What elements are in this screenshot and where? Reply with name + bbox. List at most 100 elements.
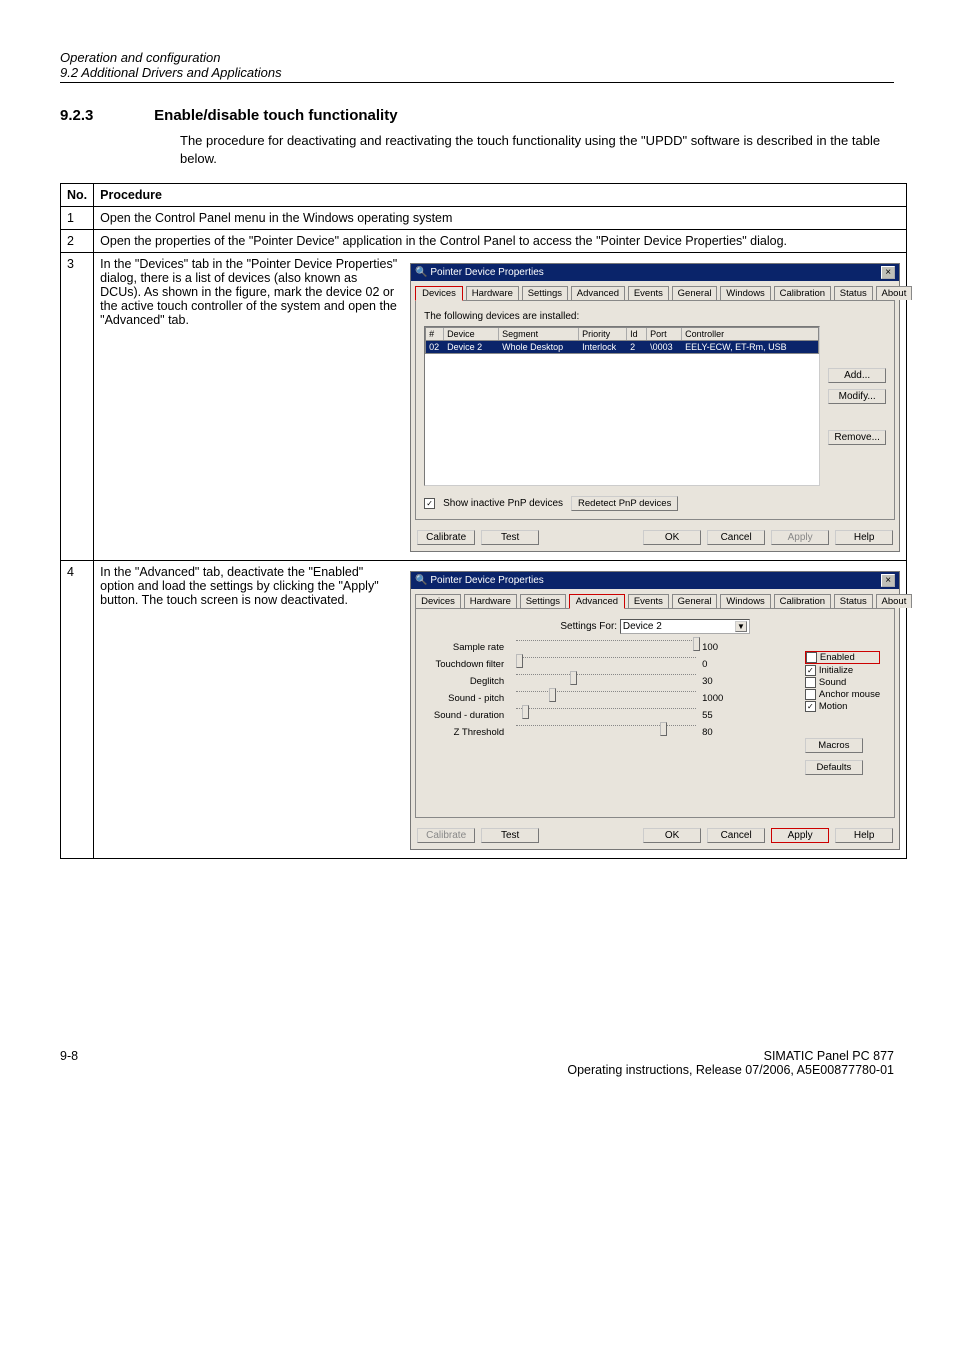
touchdown-slider[interactable]	[516, 657, 696, 671]
col-priority: Priority	[579, 328, 627, 340]
remove-button[interactable]: Remove...	[828, 430, 886, 445]
row-desc: In the "Advanced" tab, deactivate the "E…	[100, 565, 400, 854]
add-button[interactable]: Add...	[828, 368, 886, 383]
footer-release: Operating instructions, Release 07/2006,…	[567, 1063, 894, 1077]
dialog-titlebar: 🔍 Pointer Device Properties ×	[411, 264, 899, 281]
close-icon[interactable]: ×	[881, 574, 895, 587]
doc-title: Operation and configuration	[60, 50, 894, 65]
tab-body: The following devices are installed: # D…	[415, 300, 895, 520]
ok-button[interactable]: OK	[643, 828, 701, 843]
z-threshold-slider[interactable]	[516, 725, 696, 739]
enabled-checkbox[interactable]	[806, 652, 817, 663]
slider-value: 100	[702, 642, 732, 653]
section-title: Enable/disable touch functionality	[154, 107, 397, 124]
options-group: Enabled ✓Initialize Sound Anchor mouse ✓…	[805, 651, 880, 775]
anchor-checkbox[interactable]	[805, 689, 816, 700]
col-controller: Controller	[682, 328, 818, 340]
help-button[interactable]: Help	[835, 828, 893, 843]
tab-advanced[interactable]: Advanced	[571, 286, 625, 300]
tab-hardware[interactable]: Hardware	[464, 594, 517, 608]
tab-status[interactable]: Status	[834, 286, 873, 300]
calibrate-button[interactable]: Calibrate	[417, 828, 475, 843]
pointer-device-dialog-advanced: 🔍 Pointer Device Properties × Devices Ha…	[410, 571, 900, 850]
sound-duration-slider[interactable]	[516, 708, 696, 722]
tab-events[interactable]: Events	[628, 594, 669, 608]
modify-button[interactable]: Modify...	[828, 389, 886, 404]
intro-text: The procedure for deactivating and react…	[180, 132, 894, 167]
tab-row: Devices Hardware Settings Advanced Event…	[411, 589, 899, 608]
tab-calibration[interactable]: Calibration	[774, 594, 831, 608]
tab-status[interactable]: Status	[834, 594, 873, 608]
slider-label: Deglitch	[432, 676, 510, 687]
initialize-label: Initialize	[819, 665, 853, 676]
tab-events[interactable]: Events	[628, 286, 669, 300]
defaults-button[interactable]: Defaults	[805, 760, 863, 775]
section-line: 9.2 Additional Drivers and Applications	[60, 65, 894, 80]
slider-value: 30	[702, 676, 732, 687]
tab-devices[interactable]: Devices	[415, 594, 461, 608]
tab-general[interactable]: General	[672, 594, 718, 608]
slider-value: 1000	[702, 693, 732, 704]
deglitch-slider[interactable]	[516, 674, 696, 688]
col-device: Device	[444, 328, 499, 340]
installed-label: The following devices are installed:	[424, 311, 886, 322]
help-button[interactable]: Help	[835, 530, 893, 545]
settings-for-combo[interactable]: Device 2	[620, 619, 750, 634]
slider-label: Sound - duration	[432, 710, 510, 721]
tab-about[interactable]: About	[876, 286, 913, 300]
table-row: 3 In the "Devices" tab in the "Pointer D…	[61, 253, 907, 561]
slider-label: Z Threshold	[432, 727, 510, 738]
tab-settings[interactable]: Settings	[522, 286, 568, 300]
footer-product: SIMATIC Panel PC 877	[567, 1049, 894, 1063]
apply-button[interactable]: Apply	[771, 828, 829, 843]
page-header: Operation and configuration 9.2 Addition…	[60, 50, 894, 83]
cell: Whole Desktop	[499, 341, 579, 353]
cancel-button[interactable]: Cancel	[707, 828, 765, 843]
sound-pitch-slider[interactable]	[516, 691, 696, 705]
tab-hardware[interactable]: Hardware	[466, 286, 519, 300]
row-desc: In the "Devices" tab in the "Pointer Dev…	[100, 257, 400, 556]
procedure-table: No. Procedure 1 Open the Control Panel m…	[60, 183, 907, 859]
col-segment: Segment	[499, 328, 579, 340]
sample-rate-slider[interactable]	[516, 640, 696, 654]
close-icon[interactable]: ×	[881, 266, 895, 279]
search-icon: 🔍	[415, 267, 430, 278]
ok-button[interactable]: OK	[643, 530, 701, 545]
page-number: 9-8	[60, 1049, 78, 1077]
redetect-button[interactable]: Redetect PnP devices	[571, 496, 678, 511]
tab-windows[interactable]: Windows	[720, 286, 771, 300]
th-no: No.	[61, 184, 94, 207]
col-num: #	[426, 328, 444, 340]
slider-label: Sample rate	[432, 642, 510, 653]
enabled-label: Enabled	[820, 652, 855, 663]
sound-checkbox[interactable]	[805, 677, 816, 688]
tab-advanced[interactable]: Advanced	[569, 594, 625, 609]
tab-windows[interactable]: Windows	[720, 594, 771, 608]
macros-button[interactable]: Macros	[805, 738, 863, 753]
slider-label: Sound - pitch	[432, 693, 510, 704]
slider-value: 0	[702, 659, 732, 670]
tab-calibration[interactable]: Calibration	[774, 286, 831, 300]
cell: 2	[627, 341, 647, 353]
apply-button[interactable]: Apply	[771, 530, 829, 545]
device-list[interactable]: # Device Segment Priority Id Port Contro…	[424, 326, 820, 486]
show-inactive-checkbox[interactable]: ✓	[424, 498, 435, 509]
motion-checkbox[interactable]: ✓	[805, 701, 816, 712]
calibrate-button[interactable]: Calibrate	[417, 530, 475, 545]
slider-label: Touchdown filter	[432, 659, 510, 670]
test-button[interactable]: Test	[481, 828, 539, 843]
initialize-checkbox[interactable]: ✓	[805, 665, 816, 676]
section-number: 9.2.3	[60, 107, 150, 124]
tab-devices[interactable]: Devices	[415, 286, 463, 301]
section-heading: 9.2.3 Enable/disable touch functionality	[60, 107, 894, 124]
col-id: Id	[627, 328, 647, 340]
page-footer: 9-8 SIMATIC Panel PC 877 Operating instr…	[60, 1049, 894, 1077]
tab-general[interactable]: General	[672, 286, 718, 300]
test-button[interactable]: Test	[481, 530, 539, 545]
tab-settings[interactable]: Settings	[520, 594, 566, 608]
list-row-selected[interactable]: 02 Device 2 Whole Desktop Interlock 2 \0…	[425, 341, 819, 354]
pointer-device-dialog-devices: 🔍 Pointer Device Properties × Devices Ha…	[410, 263, 900, 552]
cell: \0003	[647, 341, 682, 353]
cancel-button[interactable]: Cancel	[707, 530, 765, 545]
tab-about[interactable]: About	[876, 594, 913, 608]
